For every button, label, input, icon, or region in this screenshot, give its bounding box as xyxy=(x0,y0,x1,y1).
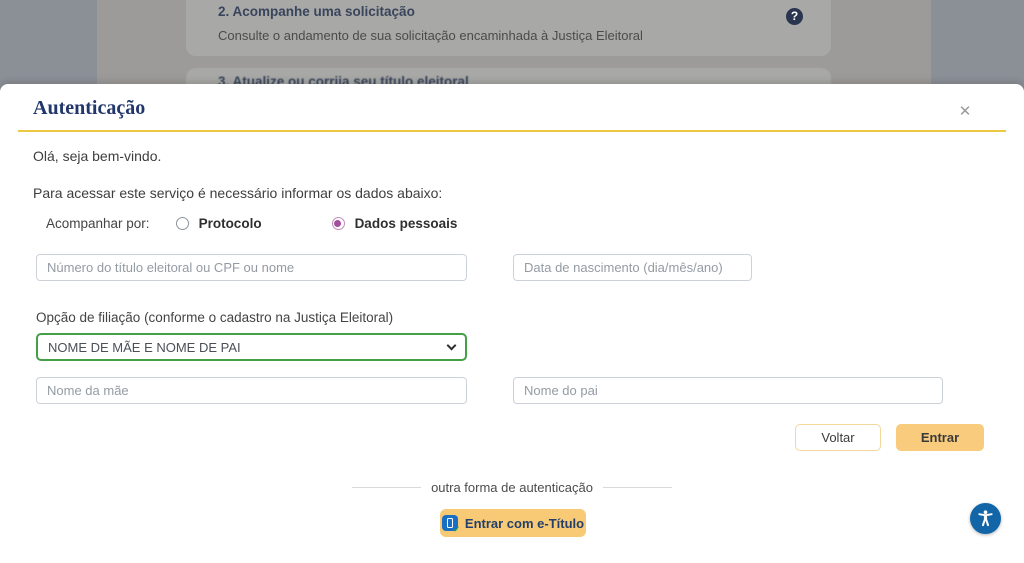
authentication-modal: Autenticação ✕ Olá, seja bem-vindo. Para… xyxy=(0,84,1024,563)
alt-auth-divider-text: outra forma de autenticação xyxy=(431,480,593,495)
universal-access-icon xyxy=(978,510,993,527)
etitulo-button-label: Entrar com e-Título xyxy=(464,515,585,531)
divider-line-right xyxy=(602,487,673,488)
radio-unselected-icon[interactable] xyxy=(175,217,189,230)
radio-protocolo-label: Protocolo xyxy=(198,216,262,231)
dimmed-page-backdrop: 2. Acompanhe uma solicitação Consulte o … xyxy=(0,0,1024,108)
birthdate-input[interactable] xyxy=(513,254,752,281)
check-icon: ✓ xyxy=(453,525,460,534)
service-card-subtitle: Consulte o andamento de sua solicitação … xyxy=(218,28,643,43)
service-card-title: 2. Acompanhe uma solicitação xyxy=(218,4,415,19)
radio-protocolo[interactable]: Protocolo xyxy=(175,216,262,231)
backdrop-left-strip xyxy=(0,0,97,90)
greeting-text: Olá, seja bem-vindo. xyxy=(33,148,162,164)
radio-dados-pessoais-label: Dados pessoais xyxy=(354,216,458,231)
close-icon[interactable]: ✕ xyxy=(953,100,977,124)
radio-dados-pessoais[interactable]: Dados pessoais xyxy=(331,216,458,231)
help-icon[interactable]: ? xyxy=(786,8,803,25)
track-by-label: Acompanhar por: xyxy=(46,216,150,231)
title-underline xyxy=(18,130,1006,132)
etitulo-app-icon: ✓ xyxy=(441,515,460,534)
back-button[interactable]: Voltar xyxy=(795,424,881,451)
accessibility-widget-button[interactable] xyxy=(970,503,1001,534)
modal-title: Autenticação xyxy=(33,97,146,119)
filiation-label: Opção de filiação (conforme o cadastro n… xyxy=(36,310,394,325)
filiation-select[interactable]: NOME DE MÃE E NOME DE PAI xyxy=(36,333,467,361)
etitulo-login-button[interactable]: ✓ Entrar com e-Título xyxy=(440,509,586,537)
radio-selected-icon[interactable] xyxy=(331,217,345,230)
backdrop-right-strip xyxy=(931,0,1024,90)
document-input[interactable] xyxy=(36,254,467,281)
mother-name-input[interactable] xyxy=(36,377,467,404)
submit-button[interactable]: Entrar xyxy=(896,424,984,451)
phone-icon xyxy=(446,518,453,528)
filiation-select-wrap: NOME DE MÃE E NOME DE PAI xyxy=(36,333,467,361)
divider-line-left xyxy=(352,487,422,488)
track-by-radio-group: Acompanhar por: Protocolo Dados pessoais xyxy=(46,216,457,231)
alt-auth-divider: outra forma de autenticação xyxy=(352,480,673,495)
instruction-text: Para acessar este serviço é necessário i… xyxy=(33,185,443,201)
father-name-input[interactable] xyxy=(513,377,943,404)
service-card-track-request: 2. Acompanhe uma solicitação Consulte o … xyxy=(186,0,831,56)
